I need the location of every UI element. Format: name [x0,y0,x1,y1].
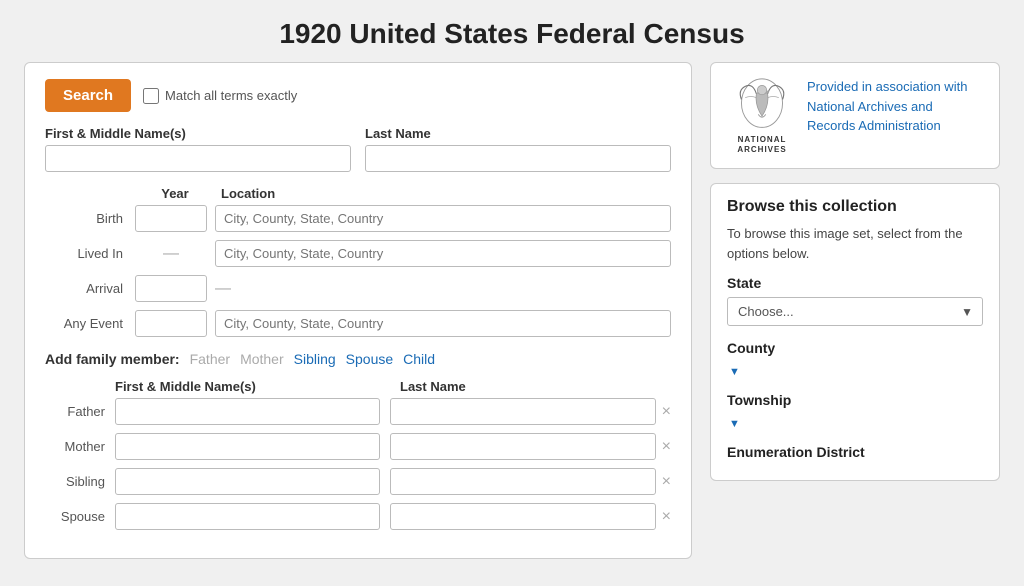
sibling-first-input[interactable] [115,468,380,495]
last-name-group: Last Name [365,126,671,172]
year-column-header: Year [135,186,215,201]
event-section: Year Location Birth Lived In — Arrival — [45,186,671,337]
family-link-mother[interactable]: Mother [240,351,284,367]
enumeration-label: Enumeration District [727,444,983,460]
family-member-table-header: First & Middle Name(s) Last Name [45,379,671,394]
county-label: County [727,340,983,356]
family-row-spouse: Spouse × [45,503,671,530]
match-checkbox[interactable] [143,88,159,104]
fm-label-mother: Mother [45,439,115,454]
birth-year-input[interactable] [135,205,207,232]
family-row-father: Father × [45,398,671,425]
name-row: First & Middle Name(s) Last Name [45,126,671,172]
father-first-input[interactable] [115,398,380,425]
match-label: Match all terms exactly [143,88,297,104]
family-first-header: First & Middle Name(s) [115,379,386,394]
family-header-label: Add family member: [45,351,180,367]
family-link-child[interactable]: Child [403,351,435,367]
event-label-anyevent: Any Event [45,316,135,331]
mother-last-input[interactable] [390,433,655,460]
fm-label-spouse: Spouse [45,509,115,524]
livedin-location-input[interactable] [215,240,671,267]
livedin-year-dash: — [135,245,207,263]
archives-logo-text: NATIONALARCHIVES [737,135,786,154]
event-label-arrival: Arrival [45,281,135,296]
location-column-header: Location [215,186,671,201]
page-title: 1920 United States Federal Census [0,0,1024,62]
township-mini-arrow-icon[interactable]: ▼ [729,418,740,430]
family-header: Add family member: Father Mother Sibling… [45,351,671,367]
right-panel: NATIONALARCHIVES Provided in association… [710,62,1000,559]
spouse-last-input[interactable] [390,503,655,530]
father-remove-icon[interactable]: × [662,404,671,420]
birth-location-input[interactable] [215,205,671,232]
national-archives-eagle-icon [734,77,790,133]
left-panel: Search Match all terms exactly First & M… [24,62,692,559]
mother-remove-icon[interactable]: × [662,439,671,455]
fm-label-sibling: Sibling [45,474,115,489]
archives-logo: NATIONALARCHIVES [727,77,797,154]
first-name-label: First & Middle Name(s) [45,126,351,141]
state-select-wrapper: Choose... ▼ [727,297,983,326]
event-row-livedin: Lived In — [45,240,671,267]
anyevent-location-input[interactable] [215,310,671,337]
family-row-sibling: Sibling × [45,468,671,495]
sibling-last-input[interactable] [390,468,655,495]
event-label-livedin: Lived In [45,246,135,261]
first-name-group: First & Middle Name(s) [45,126,351,172]
event-label-birth: Birth [45,211,135,226]
last-name-input[interactable] [365,145,671,172]
township-select-wrapper: ▼ [727,414,983,430]
state-label: State [727,275,983,291]
family-last-header: Last Name [400,379,671,394]
browse-card: Browse this collection To browse this im… [710,183,1000,481]
event-header-row: Year Location [45,186,671,201]
event-row-arrival: Arrival — [45,275,671,302]
first-name-input[interactable] [45,145,351,172]
last-name-label: Last Name [365,126,671,141]
family-member-table: First & Middle Name(s) Last Name Father … [45,379,671,530]
family-link-spouse[interactable]: Spouse [346,351,393,367]
fm-label-father: Father [45,404,115,419]
event-row-anyevent: Any Event [45,310,671,337]
archives-card: NATIONALARCHIVES Provided in association… [710,62,1000,169]
match-text: Match all terms exactly [165,88,297,103]
arrival-location-dash: — [215,280,671,298]
township-label: Township [727,392,983,408]
family-link-father[interactable]: Father [190,351,230,367]
spouse-first-input[interactable] [115,503,380,530]
anyevent-year-input[interactable] [135,310,207,337]
father-last-input[interactable] [390,398,655,425]
spouse-remove-icon[interactable]: × [662,509,671,525]
browse-title: Browse this collection [727,198,983,216]
archives-content: NATIONALARCHIVES Provided in association… [727,77,983,154]
family-row-mother: Mother × [45,433,671,460]
search-button[interactable]: Search [45,79,131,112]
main-layout: Search Match all terms exactly First & M… [12,62,1012,579]
family-link-sibling[interactable]: Sibling [294,351,336,367]
state-select[interactable]: Choose... [727,297,983,326]
search-bar: Search Match all terms exactly [45,79,671,112]
sibling-remove-icon[interactable]: × [662,474,671,490]
county-select-wrapper: ▼ [727,362,983,378]
event-row-birth: Birth [45,205,671,232]
browse-description: To browse this image set, select from th… [727,224,983,263]
county-mini-arrow-icon[interactable]: ▼ [729,366,740,378]
archives-description: Provided in association with National Ar… [807,77,983,136]
mother-first-input[interactable] [115,433,380,460]
arrival-year-input[interactable] [135,275,207,302]
